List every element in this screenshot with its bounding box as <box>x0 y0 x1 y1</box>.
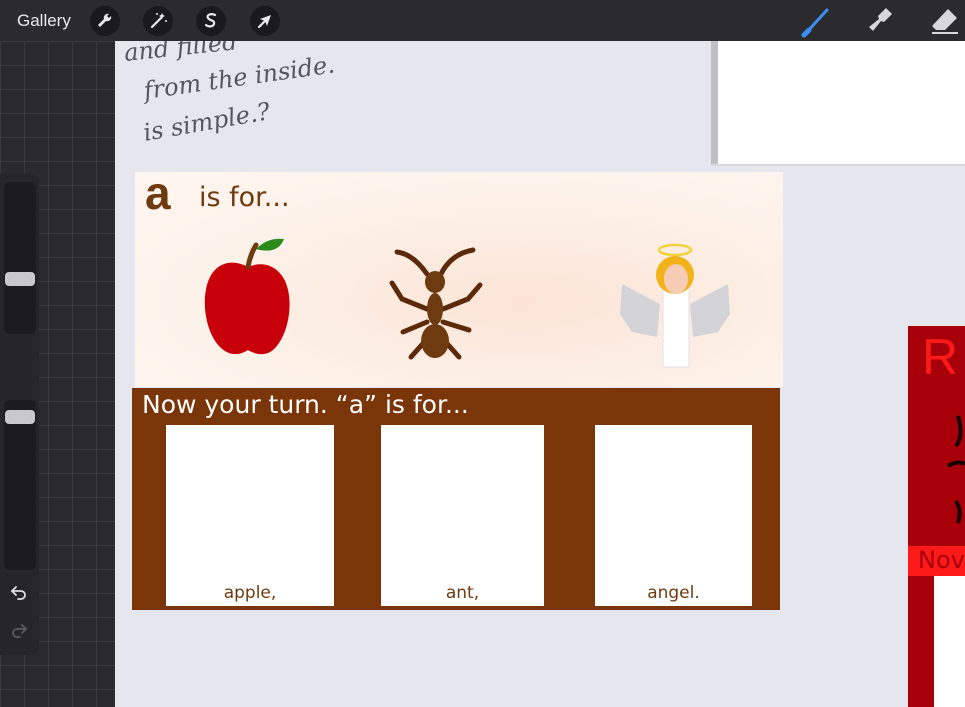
answer-box-2-label: ant, <box>445 583 480 603</box>
eraser-tool-button[interactable] <box>928 4 962 38</box>
card-divider <box>711 164 965 166</box>
brush-size-thumb[interactable] <box>5 272 35 286</box>
r-card-answer-area <box>908 576 965 707</box>
r-is-for-card: R <box>908 326 965 546</box>
selection-button[interactable] <box>196 6 226 36</box>
actions-button[interactable] <box>90 6 120 36</box>
opacity-thumb[interactable] <box>5 410 35 424</box>
white-card <box>711 41 965 164</box>
handwritten-note: and filled from the inside. is simple.? <box>123 41 336 147</box>
now-your-turn-prompt: Now your turn. “a” is for... <box>142 390 469 419</box>
transform-arrow-icon <box>257 15 271 29</box>
top-toolbar: Gallery <box>0 0 965 41</box>
now-your-turn-card: Now your turn. “a” is for... apple, ant,… <box>132 388 780 610</box>
selection-icon <box>204 13 217 28</box>
is-for-caption: is for... <box>199 182 290 213</box>
answer-box-3-label: angel. <box>647 583 700 603</box>
a-is-for-card: a is for... <box>135 167 783 387</box>
r-card-prompt-bar: Nov <box>908 546 965 576</box>
smudge-icon <box>869 8 892 31</box>
magic-wand-icon <box>150 13 167 29</box>
smudge-tool-button[interactable] <box>864 4 898 38</box>
eraser-icon <box>932 9 958 34</box>
side-toolbar <box>0 174 39 655</box>
handwriting-line-3: is simple.? <box>141 97 272 147</box>
answer-box-3: angel. <box>595 425 752 606</box>
brush-icon <box>801 8 829 38</box>
handwriting-line-1: and filled <box>123 41 239 67</box>
partial-picture <box>946 415 965 524</box>
undo-icon[interactable] <box>9 582 29 602</box>
brush-size-slider[interactable] <box>4 182 36 334</box>
adjustments-button[interactable] <box>143 6 173 36</box>
r-card-prompt: Nov <box>918 546 965 574</box>
answer-box-1-label: apple, <box>223 583 277 603</box>
answer-box-1: apple, <box>166 425 334 606</box>
letter-r: R <box>922 329 959 385</box>
angel-picture <box>620 243 730 368</box>
opacity-slider[interactable] <box>4 400 36 570</box>
brush-tool-button[interactable] <box>800 4 834 38</box>
r-card-answer-box <box>934 576 965 707</box>
answer-box-2: ant, <box>381 425 544 606</box>
wrench-icon <box>98 13 112 27</box>
apple-picture <box>204 238 290 355</box>
gallery-button[interactable]: Gallery <box>17 11 71 31</box>
drawing-canvas[interactable]: and filled from the inside. is simple.? … <box>115 41 965 707</box>
ant-picture <box>389 247 483 360</box>
transform-button[interactable] <box>250 6 280 36</box>
redo-icon[interactable] <box>9 620 29 640</box>
letter-a: a <box>145 167 171 219</box>
